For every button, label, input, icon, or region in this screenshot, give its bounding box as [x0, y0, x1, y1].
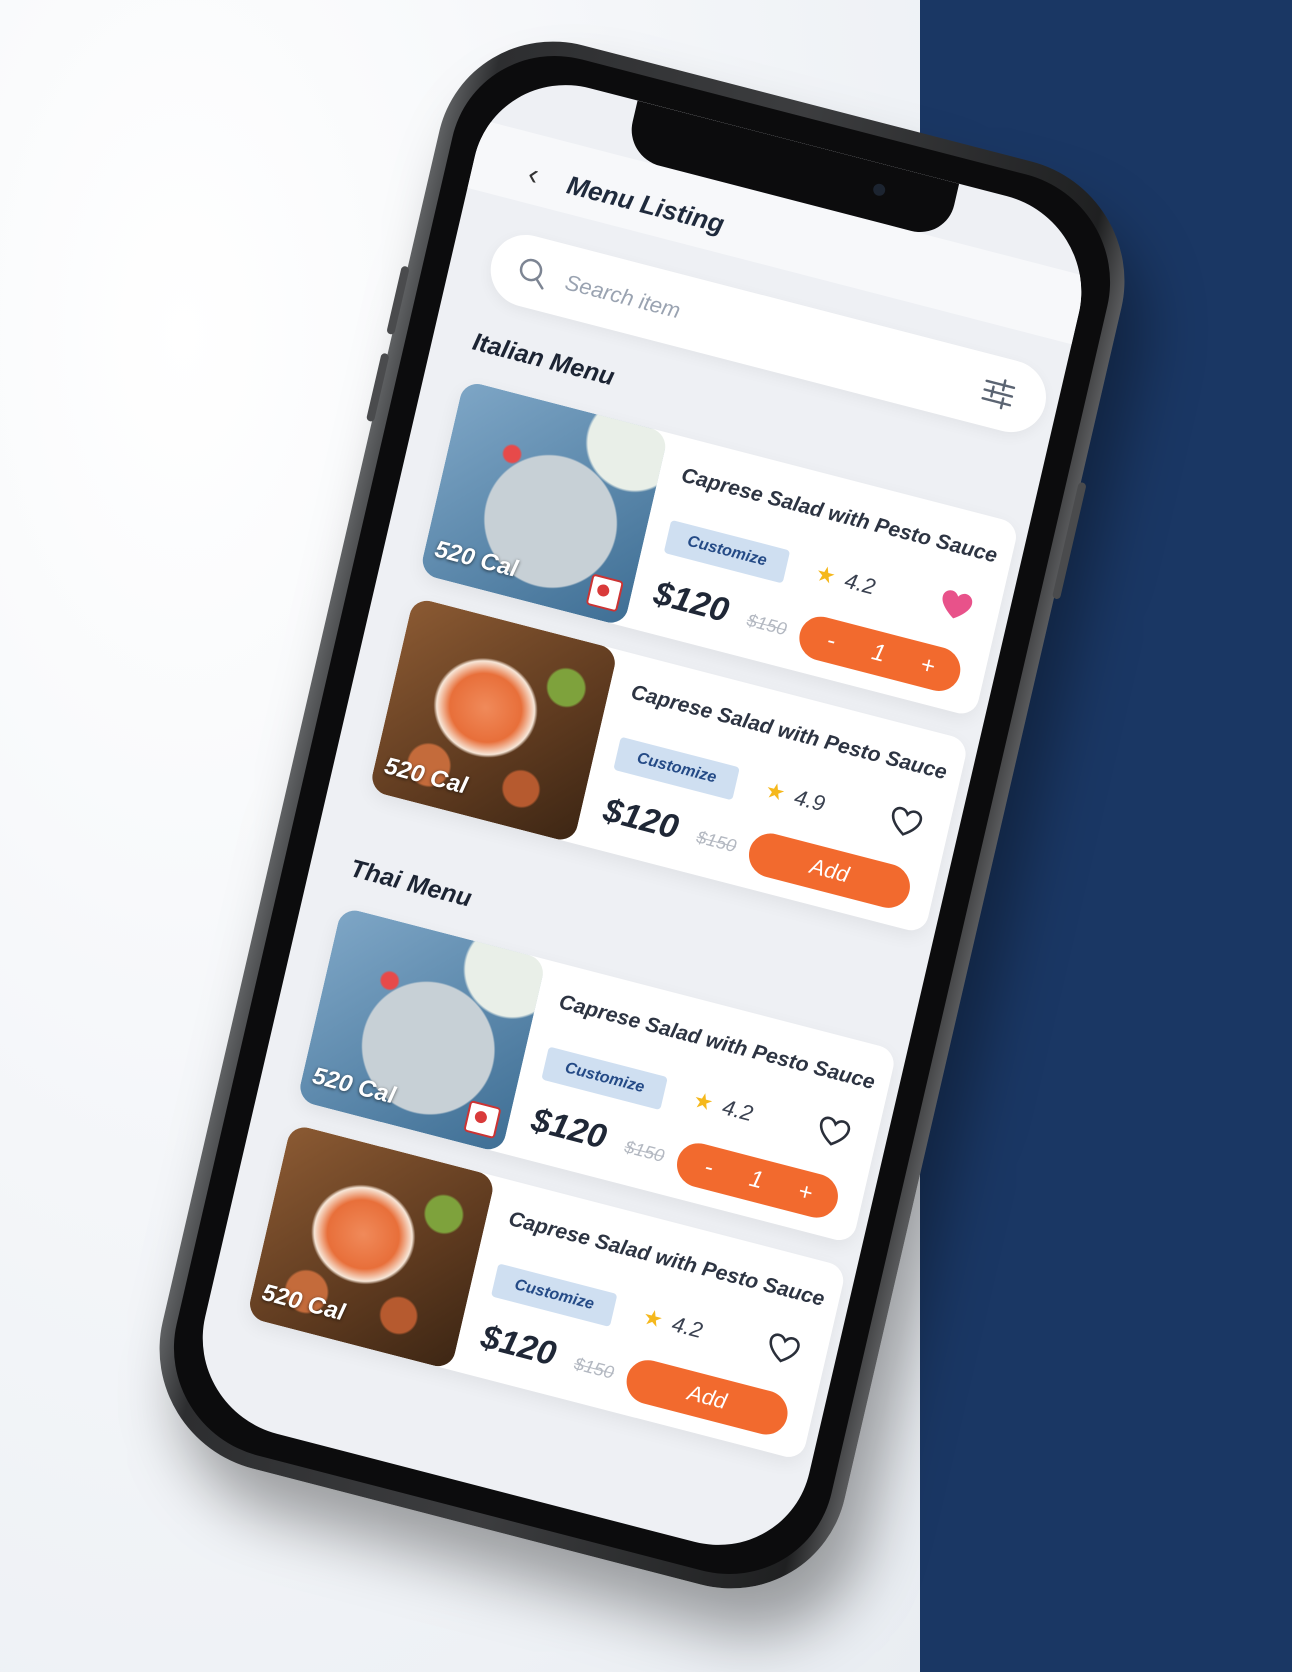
quantity-stepper[interactable]: - 1 + [672, 1138, 843, 1223]
calories-label: 520 Cal [259, 1278, 348, 1327]
decrement-button[interactable]: - [702, 1153, 716, 1182]
original-price: $150 [694, 826, 739, 857]
price: $120 [527, 1100, 611, 1157]
price: $120 [599, 790, 683, 847]
quantity-stepper[interactable]: - 1 + [794, 611, 965, 696]
rating-value: 4.2 [719, 1094, 756, 1127]
star-icon: ★ [762, 776, 788, 807]
rating: ★ 4.2 [813, 560, 878, 600]
increment-button[interactable]: + [795, 1178, 815, 1209]
price: $120 [477, 1317, 560, 1374]
filter-icon[interactable] [977, 371, 1020, 415]
heart-outline-icon[interactable] [814, 1113, 854, 1153]
rating-value: 4.9 [791, 784, 828, 817]
camera-dot [872, 182, 887, 198]
original-price: $150 [622, 1136, 667, 1166]
rating-value: 4.2 [669, 1311, 706, 1344]
food-image: 520 Cal [368, 596, 619, 844]
customize-button[interactable]: Customize [663, 519, 791, 584]
customize-button[interactable]: Customize [541, 1046, 668, 1111]
section-title-italian: Italian Menu [470, 327, 618, 392]
food-image: 520 Cal [296, 906, 547, 1154]
page-title: Menu Listing [564, 169, 728, 240]
search-icon [519, 258, 544, 290]
add-button[interactable]: Add [744, 828, 915, 913]
calories-label: 520 Cal [381, 752, 470, 800]
heart-outline-icon[interactable] [886, 803, 926, 843]
quantity-value: 1 [869, 638, 889, 668]
star-icon: ★ [690, 1086, 716, 1116]
customize-button[interactable]: Customize [613, 736, 740, 801]
rating: ★ 4.9 [762, 776, 828, 817]
price: $120 [650, 574, 733, 630]
nonveg-indicator-icon [585, 573, 624, 613]
increment-button[interactable]: + [918, 651, 938, 682]
food-image: 520 Cal [419, 380, 669, 627]
add-button[interactable]: Add [622, 1355, 792, 1440]
star-icon: ★ [640, 1303, 666, 1333]
rating-value: 4.2 [842, 567, 878, 600]
star-icon: ★ [813, 560, 839, 590]
nonveg-indicator-icon [463, 1100, 502, 1140]
calories-label: 520 Cal [432, 535, 521, 583]
calories-label: 520 Cal [309, 1062, 398, 1110]
decrement-button[interactable]: - [824, 627, 838, 656]
food-image: 520 Cal [246, 1123, 497, 1371]
rating: ★ 4.2 [640, 1304, 705, 1344]
quantity-value: 1 [746, 1164, 766, 1195]
customize-button[interactable]: Customize [490, 1263, 618, 1328]
original-price: $150 [572, 1353, 616, 1383]
original-price: $150 [745, 609, 789, 640]
back-arrow-icon[interactable]: ‹ [525, 158, 542, 192]
rating: ★ 4.2 [690, 1086, 756, 1127]
heart-outline-icon[interactable] [763, 1330, 803, 1370]
heart-filled-icon[interactable] [936, 586, 976, 626]
section-title-thai: Thai Menu [347, 854, 475, 913]
